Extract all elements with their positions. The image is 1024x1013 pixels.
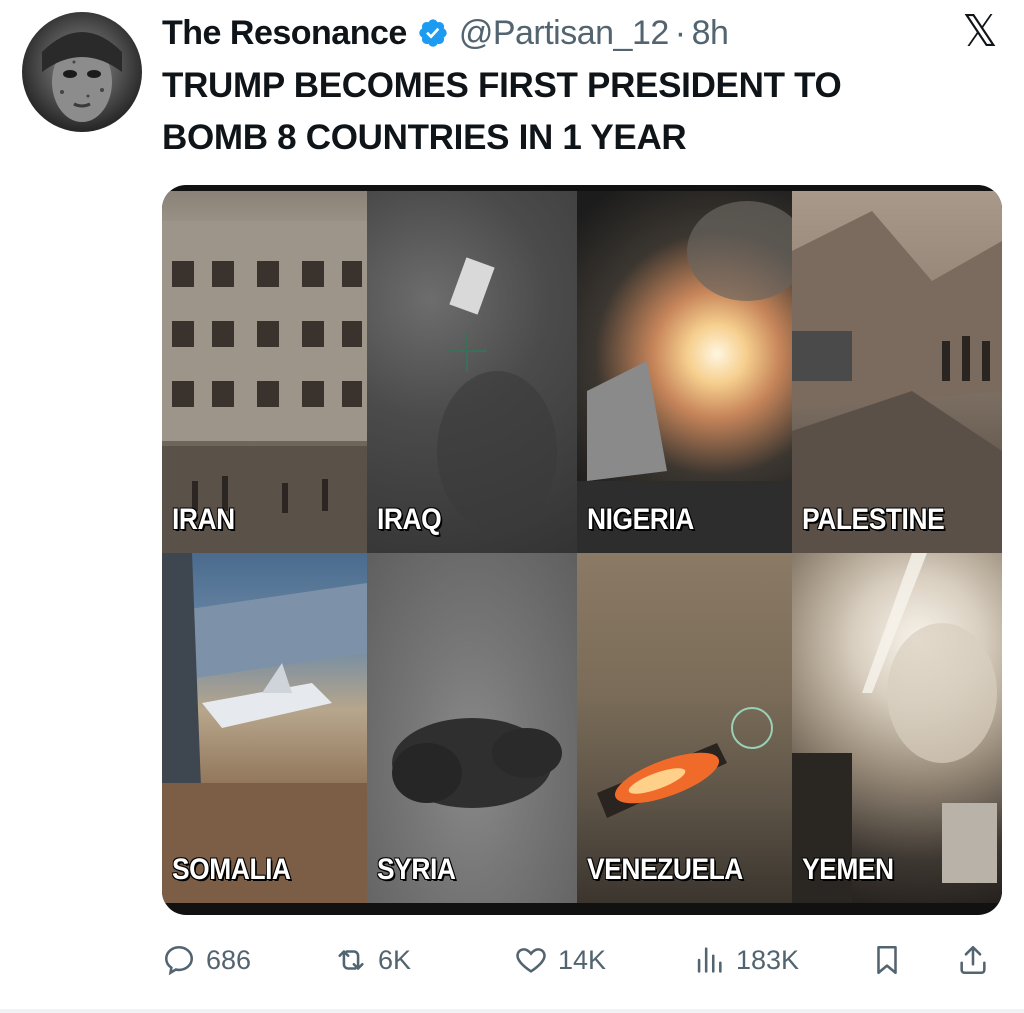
avatar-portrait [42,32,122,122]
media-panel: VENEZUELA [577,553,792,903]
views-chart-icon [697,947,722,973]
repost-icon [338,950,364,970]
panel-label: IRAN [172,503,235,536]
repost-button[interactable]: 6K [334,938,411,982]
tweet-text-line: TRUMP BECOMES FIRST PRESIDENT TO [162,66,842,105]
divider [0,1009,1024,1013]
bookmark-button[interactable] [870,938,914,982]
repost-count: 6K [378,944,412,975]
media-panel: NIGERIA [577,191,792,553]
tweet-media-image[interactable]: IRAN IRAQ NIGERIA PALESTINE SOMALIA SYRI… [162,185,1002,915]
panel-label: IRAQ [377,503,442,536]
display-name[interactable]: The Resonance [162,14,407,53]
tweet-header: The Resonance @Partisan_12 · 8h [162,10,944,56]
like-count: 14K [558,944,607,975]
like-button[interactable]: 14K [514,938,606,982]
views-button[interactable]: 183K [692,938,799,982]
panel-label: YEMEN [802,853,894,886]
panel-label: VENEZUELA [587,853,743,886]
tweet-text: TRUMP BECOMES FIRST PRESIDENT TO BOMB 8 … [162,60,982,164]
media-collage: IRAN IRAQ NIGERIA PALESTINE SOMALIA SYRI… [162,191,1002,903]
media-panel: SYRIA [367,553,577,903]
timestamp[interactable]: 8h [692,14,729,53]
verified-badge-icon [417,17,449,49]
views-count: 183K [736,944,800,975]
x-logo-icon[interactable]: 𝕏 [958,10,1002,54]
action-bar: 686 6K 14K 183K [162,938,1002,982]
reply-count: 686 [206,944,252,975]
panel-label: SYRIA [377,853,456,886]
share-button[interactable] [956,938,1000,982]
media-panel: IRAQ [367,191,577,553]
panel-label: SOMALIA [172,853,291,886]
heart-icon [516,948,546,973]
media-panel: SOMALIA [162,553,367,903]
handle[interactable]: @Partisan_12 [459,14,669,53]
avatar[interactable] [22,12,142,132]
share-icon [960,945,986,975]
media-panel: PALESTINE [792,191,1002,553]
tweet-text-line: BOMB 8 COUNTRIES IN 1 YEAR [162,118,687,157]
reply-button[interactable]: 686 [162,938,251,982]
media-panel: IRAN [162,191,367,553]
reply-icon [164,945,194,976]
panel-label: PALESTINE [802,503,945,536]
panel-label: NIGERIA [587,503,694,536]
separator-dot: · [674,13,686,52]
bookmark-icon [877,945,897,975]
media-panel: YEMEN [792,553,1002,903]
